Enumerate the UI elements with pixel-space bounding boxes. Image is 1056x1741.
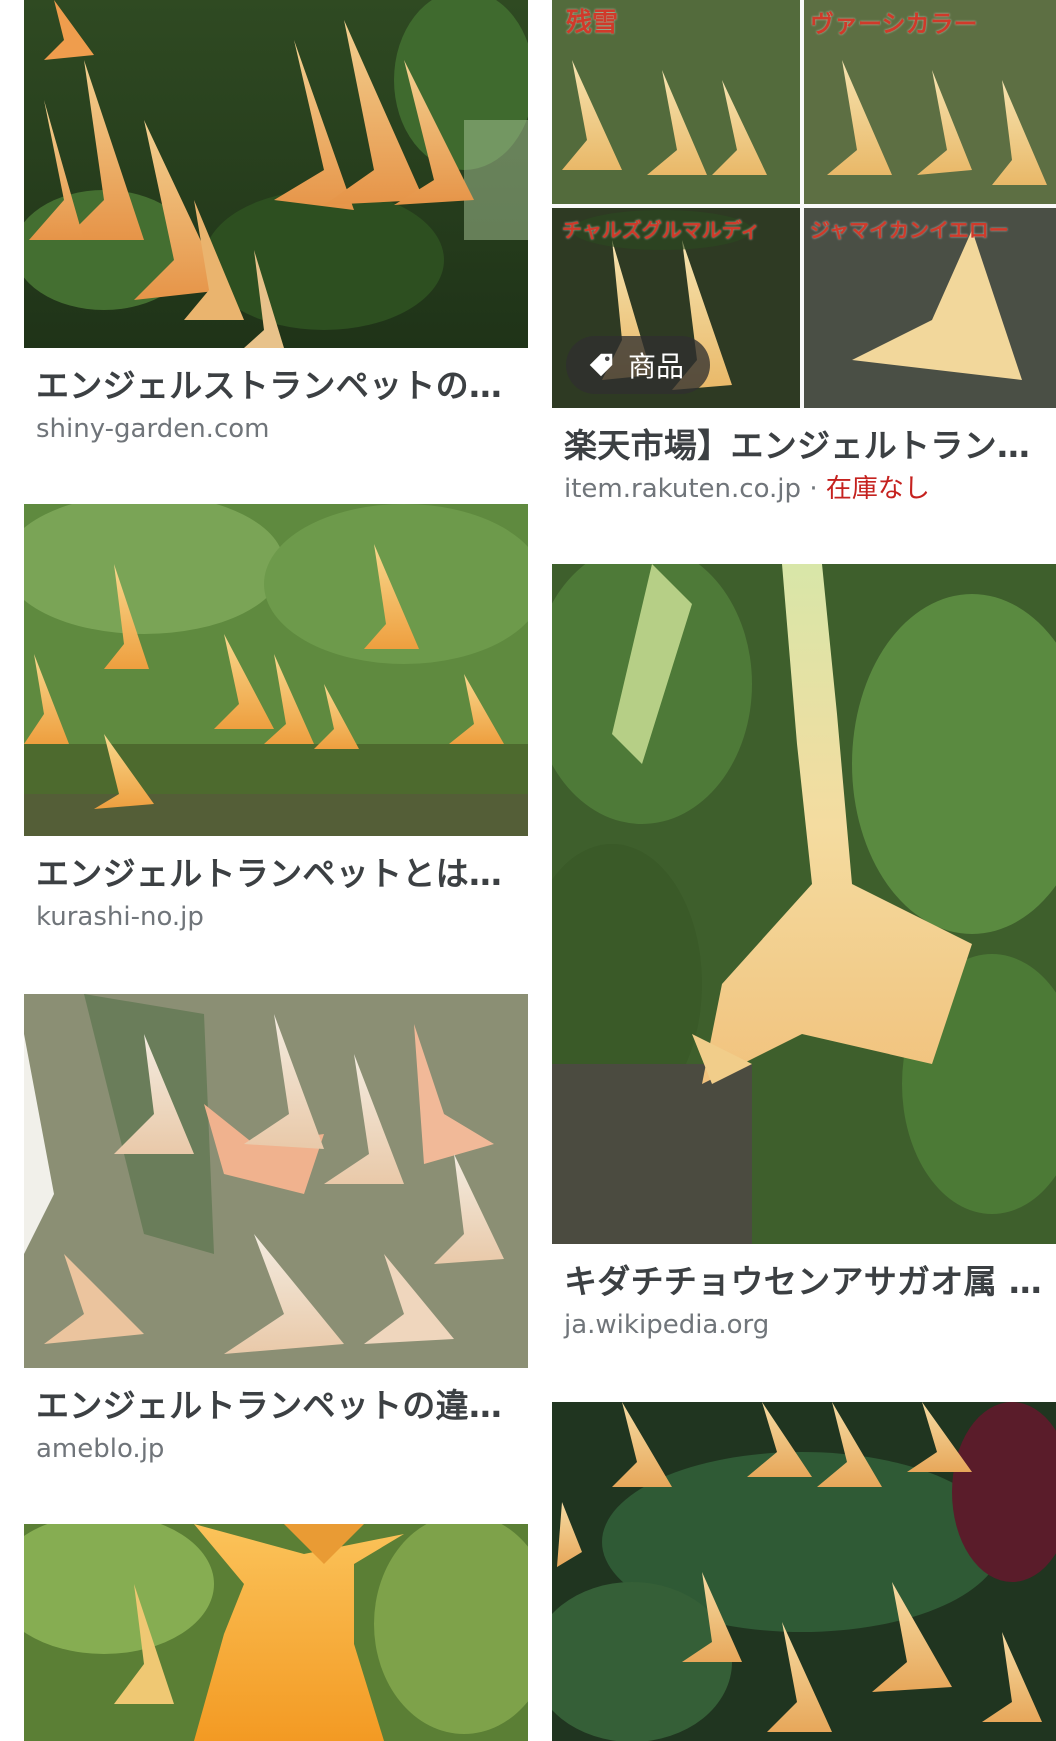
image-label-3: チャルズグルマルディ [562, 218, 761, 242]
source-separator: · [809, 474, 818, 504]
result-title-4[interactable]: キダチチョウセンアサガオ属 -… [552, 1262, 1056, 1302]
result-card-1[interactable]: エンジェルストランペットの… shiny-garden.com [24, 0, 528, 446]
product-badge: 商品 [566, 336, 711, 394]
result-source-1: shiny-garden.com [36, 414, 270, 444]
result-image-3[interactable] [24, 504, 528, 836]
result-image-4[interactable] [552, 564, 1056, 1244]
result-title-1[interactable]: エンジェルストランペットの… [24, 366, 528, 406]
result-title-3[interactable]: エンジェルトランペットとは… [24, 854, 528, 894]
image-label-1: 残雪 [566, 8, 619, 38]
result-title-2[interactable]: 楽天市場】エンジェルトラン… [552, 426, 1056, 466]
result-image-2[interactable]: 残雪 ヴァーシカラー チャルズグルマルディ ジャマイカンイエロー 商品 [552, 0, 1056, 408]
result-image-1[interactable] [24, 0, 528, 348]
result-source-2: item.rakuten.co.jp · 在庫なし [552, 472, 1056, 506]
result-source-4: ja.wikipedia.org [564, 1310, 770, 1340]
image-label-2: ヴァーシカラー [810, 9, 978, 38]
result-source-3: kurashi-no.jp [36, 902, 204, 932]
result-title-5[interactable]: エンジェルトランペットの違… [24, 1386, 528, 1426]
result-card-7[interactable] [552, 1402, 1056, 1741]
image-results-grid: エンジェルストランペットの… shiny-garden.com 残雪 ヴァーシカ… [0, 0, 1056, 1741]
result-card-5[interactable]: エンジェルトランペットの違… ameblo.jp [24, 994, 528, 1466]
result-image-5[interactable] [24, 994, 528, 1368]
result-source-5: ameblo.jp [36, 1434, 165, 1464]
result-card-2[interactable]: 残雪 ヴァーシカラー チャルズグルマルディ ジャマイカンイエロー 商品 楽天市場… [552, 0, 1056, 506]
result-image-6[interactable] [24, 1524, 528, 1741]
result-image-7[interactable] [552, 1402, 1056, 1741]
result-card-3[interactable]: エンジェルトランペットとは… kurashi-no.jp [24, 504, 528, 934]
stock-status: 在庫なし [825, 474, 930, 504]
result-card-6[interactable] [24, 1524, 528, 1741]
result-card-4[interactable]: キダチチョウセンアサガオ属 -… ja.wikipedia.org [552, 564, 1056, 1342]
result-source-domain-2: item.rakuten.co.jp [564, 474, 802, 504]
product-badge-label: 商品 [628, 350, 685, 383]
tag-icon [586, 350, 616, 380]
image-label-4: ジャマイカンイエロー [810, 218, 1009, 242]
